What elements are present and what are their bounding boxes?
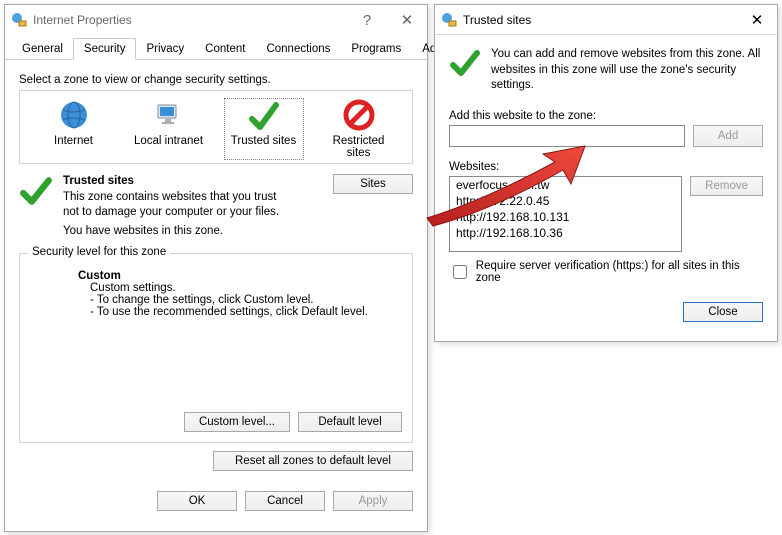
apply-button[interactable]: Apply: [333, 491, 413, 511]
security-level-group: Security level for this zone Custom Cust…: [19, 253, 413, 443]
add-website-label: Add this website to the zone:: [449, 110, 763, 122]
list-item[interactable]: http://172.22.0.45: [450, 193, 681, 209]
zone-desc-1: This zone contains websites that you tru…: [63, 190, 283, 221]
ok-button[interactable]: OK: [157, 491, 237, 511]
ie-options-icon: [11, 12, 27, 28]
reset-all-zones-button[interactable]: Reset all zones to default level: [213, 451, 413, 471]
zone-heading: Trusted sites: [63, 174, 323, 190]
tab-programs[interactable]: Programs: [340, 38, 412, 60]
internet-properties-window: Internet Properties ? ✕ General Security…: [4, 4, 428, 532]
custom-sub: Custom settings.: [78, 282, 400, 294]
default-level-button[interactable]: Default level: [298, 412, 402, 432]
cancel-button[interactable]: Cancel: [245, 491, 325, 511]
list-item[interactable]: http://192.168.10.36: [450, 225, 681, 241]
close-button[interactable]: ✕: [387, 8, 427, 32]
custom-level-button[interactable]: Custom level...: [184, 412, 290, 432]
tab-privacy[interactable]: Privacy: [135, 38, 195, 60]
tab-general[interactable]: General: [11, 38, 74, 60]
websites-label: Websites:: [449, 161, 763, 173]
remove-button[interactable]: Remove: [690, 176, 763, 196]
add-website-input[interactable]: [449, 125, 685, 147]
require-https-input[interactable]: [453, 265, 467, 279]
zone-selector: Internet Local intranet Trusted sites Re…: [19, 90, 413, 164]
help-button[interactable]: ?: [347, 8, 387, 32]
titlebar: Internet Properties ? ✕: [5, 5, 427, 35]
tab-security[interactable]: Security: [73, 38, 137, 60]
sites-button[interactable]: Sites: [333, 174, 413, 194]
dialog-close-button[interactable]: ✕: [737, 8, 777, 32]
list-item[interactable]: http://192.168.10.131: [450, 209, 681, 225]
dialog-titlebar: Trusted sites ✕: [435, 5, 777, 35]
dialog-title: Trusted sites: [463, 13, 737, 27]
custom-line1: - To change the settings, click Custom l…: [78, 294, 400, 306]
custom-line2: - To use the recommended settings, click…: [78, 306, 400, 318]
close-dialog-button[interactable]: Close: [683, 302, 763, 322]
require-https-checkbox[interactable]: Require server verification (https:) for…: [449, 260, 763, 284]
add-button[interactable]: Add: [693, 125, 763, 147]
zone-restricted-sites[interactable]: Restricted sites: [320, 99, 398, 159]
zone-internet[interactable]: Internet: [35, 99, 113, 159]
checkmark-icon: [19, 174, 53, 208]
dialog-info: You can add and remove websites from thi…: [491, 47, 763, 94]
trusted-sites-dialog: Trusted sites ✕ You can add and remove w…: [434, 4, 778, 342]
window-title: Internet Properties: [33, 13, 347, 27]
checkmark-icon: [449, 47, 481, 79]
zone-local-intranet[interactable]: Local intranet: [130, 99, 208, 159]
ie-options-icon: [441, 12, 457, 28]
tab-content[interactable]: Content: [194, 38, 256, 60]
custom-title: Custom: [78, 270, 400, 282]
tab-strip: General Security Privacy Content Connect…: [5, 35, 427, 60]
websites-listbox[interactable]: everfocus.com.tw http://172.22.0.45 http…: [449, 176, 682, 252]
list-item[interactable]: everfocus.com.tw: [450, 177, 681, 193]
zone-trusted-sites[interactable]: Trusted sites: [225, 99, 303, 159]
zone-desc-2: You have websites in this zone.: [63, 224, 323, 240]
zone-prompt: Select a zone to view or change security…: [19, 74, 413, 86]
tab-connections[interactable]: Connections: [255, 38, 341, 60]
